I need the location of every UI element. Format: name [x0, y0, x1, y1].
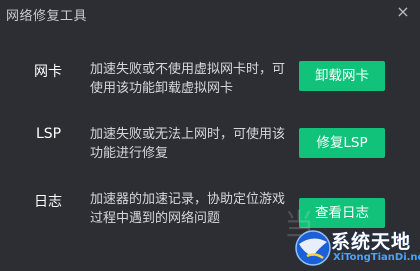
row-label-lsp: LSP [36, 126, 62, 142]
row-desc-log: 加速器的加速记录，协助定位游戏过程中遇到的网络问题 [90, 192, 286, 226]
row-label-log: 日志 [34, 194, 62, 210]
watermark-logo-en: XiTongTianDi.net [333, 252, 420, 263]
uninstall-network-card-button[interactable]: 卸载网卡 [299, 61, 385, 91]
window-title: 网络修复工具 [6, 9, 88, 24]
close-icon[interactable]: × [394, 3, 412, 21]
watermark-logo-cn: 系统天地 [331, 231, 412, 253]
network-repair-window: 网络修复工具 × 网卡 加速失败或不使用虚拟网卡时，可使用该功能卸载虚拟网卡 卸… [0, 0, 420, 271]
watermark-globe-icon [295, 230, 331, 266]
row-desc-network-card: 加速失败或不使用虚拟网卡时，可使用该功能卸载虚拟网卡 [90, 62, 286, 96]
watermark-logo: 系统天地 XiTongTianDi.net [291, 224, 420, 271]
row-desc-lsp: 加速失败或无法上网时，可使用该功能进行修复 [90, 127, 286, 161]
repair-lsp-button[interactable]: 修复LSP [299, 128, 385, 158]
row-label-network-card: 网卡 [34, 64, 62, 80]
